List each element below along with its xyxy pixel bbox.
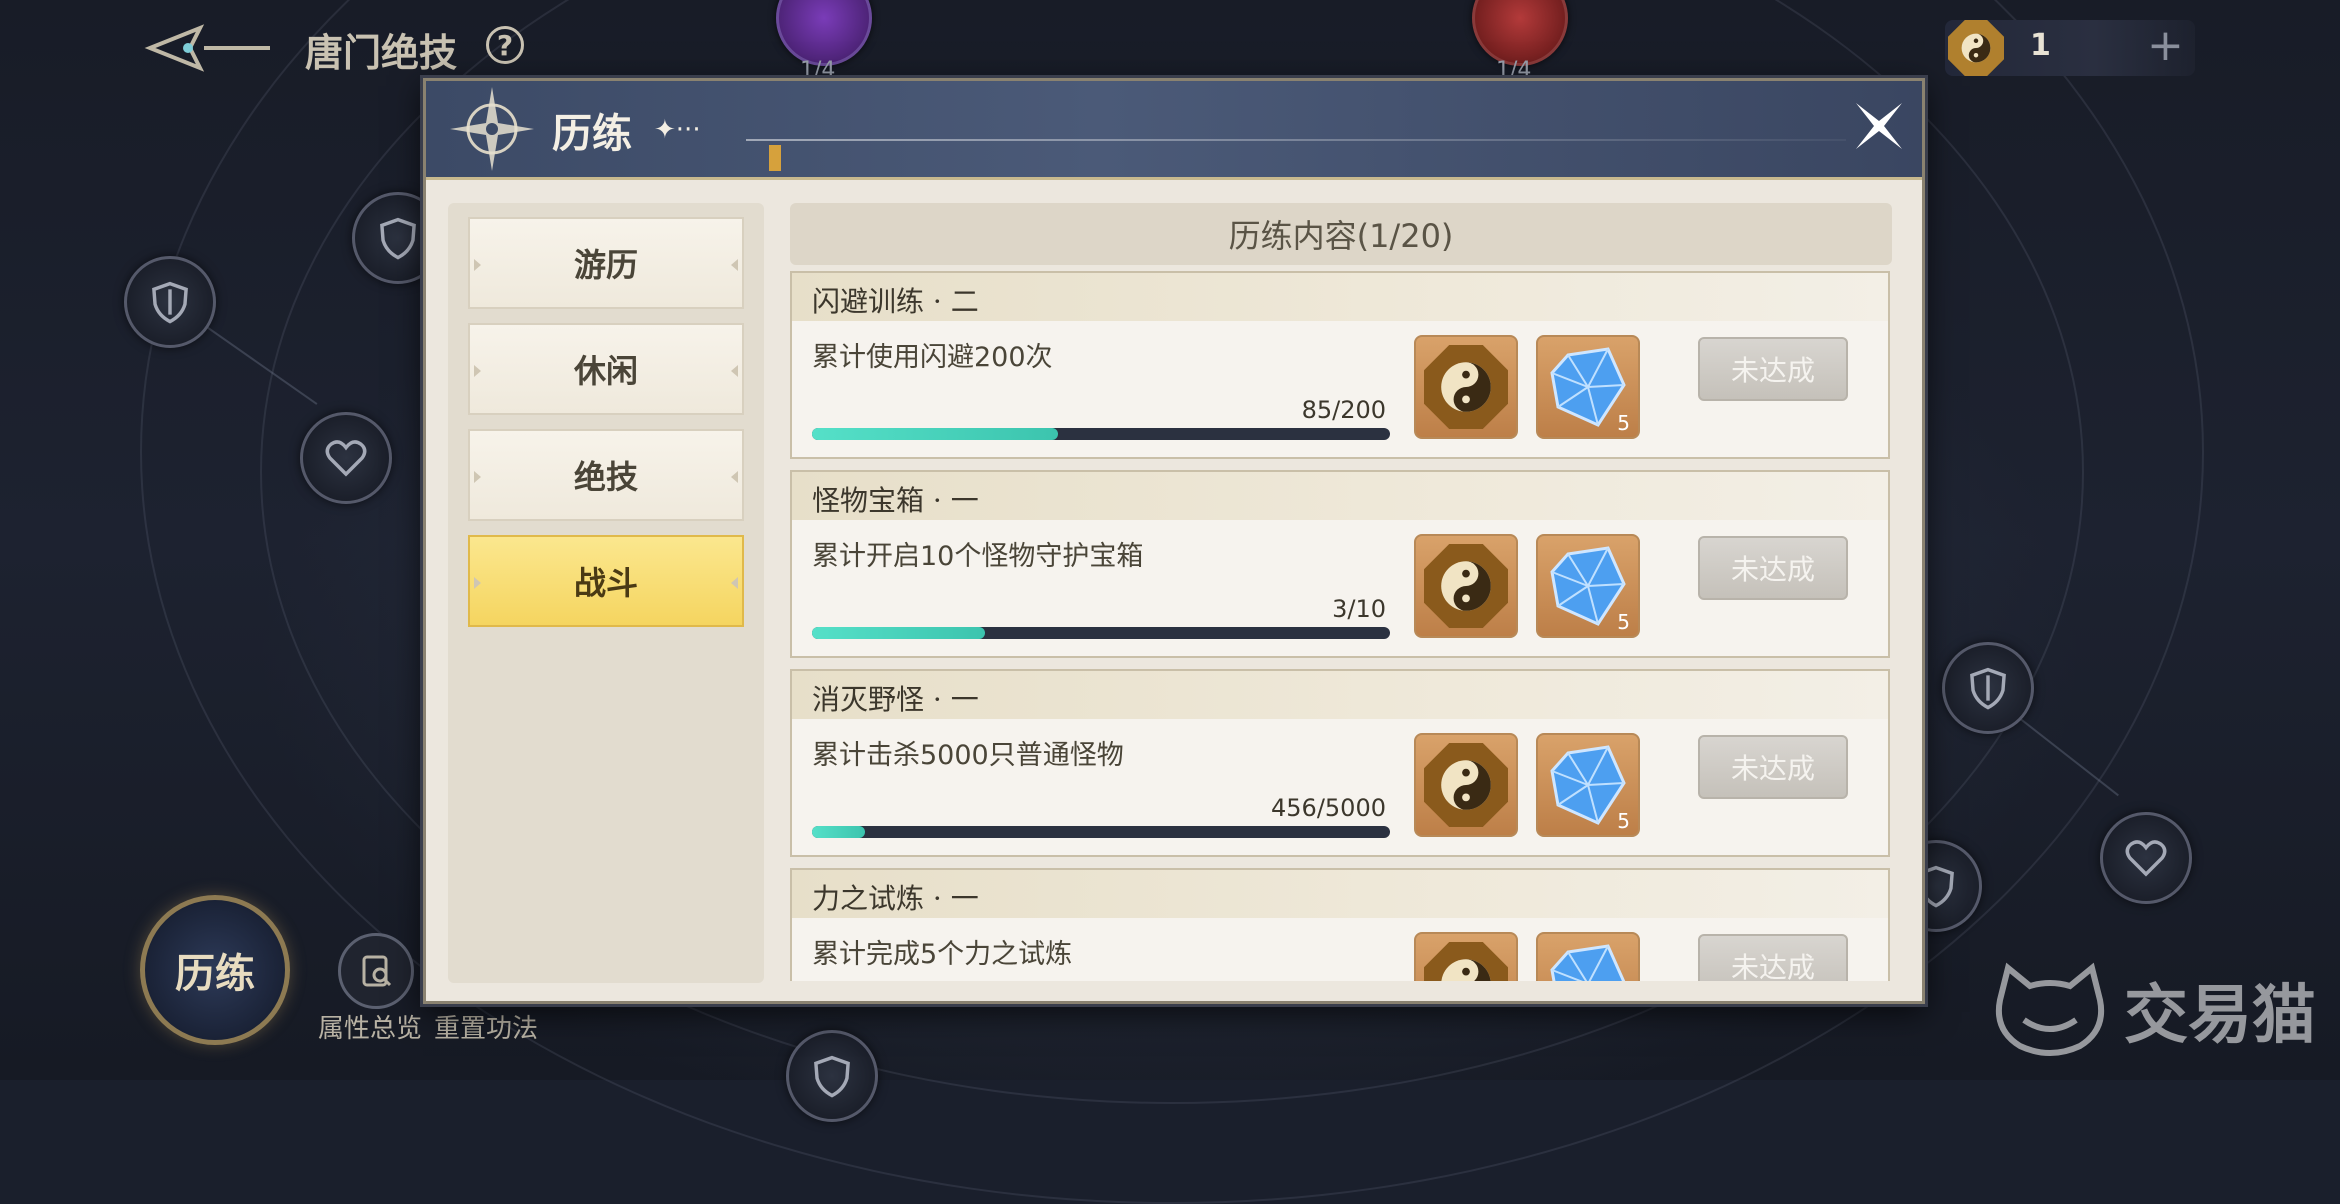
add-currency-icon[interactable]: + bbox=[2147, 24, 2184, 68]
header-divider bbox=[746, 139, 1846, 141]
task-status-button[interactable]: 未达成 bbox=[1698, 934, 1848, 981]
taiji-coin-icon bbox=[1424, 544, 1508, 628]
task-status-button[interactable]: 未达成 bbox=[1698, 536, 1848, 600]
task-progress-bar bbox=[812, 428, 1390, 440]
reward-crystal[interactable]: 5 bbox=[1536, 932, 1640, 981]
task-progress-text: 456/5000 bbox=[1271, 794, 1386, 822]
category-sidebar: 游历 休闲 绝技 战斗 bbox=[448, 203, 764, 983]
reward-taiji-coin[interactable] bbox=[1414, 733, 1518, 837]
attribute-overview-icon[interactable] bbox=[338, 933, 414, 1009]
task-status-button[interactable]: 未达成 bbox=[1698, 735, 1848, 799]
task-card: 消灭野怪 · 一 累计击杀5000只普通怪物 456/5000 5 未达成 bbox=[790, 669, 1890, 857]
reward-taiji-coin[interactable] bbox=[1414, 932, 1518, 981]
task-progress-bar bbox=[812, 627, 1390, 639]
shield-icon bbox=[814, 1055, 850, 1098]
reset-skill-label[interactable]: 重置功法 bbox=[434, 1014, 538, 1044]
watermark: 交易猫 bbox=[1990, 960, 2316, 1060]
reward-crystal[interactable]: 5 bbox=[1536, 335, 1640, 439]
skill-node[interactable] bbox=[124, 256, 216, 348]
reward-count: 5 bbox=[1617, 610, 1630, 634]
content-header: 历练内容(1/20) bbox=[790, 203, 1892, 265]
task-title: 力之试炼 · 一 bbox=[812, 882, 979, 915]
task-card: 闪避训练 · 二 累计使用闪避200次 85/200 5 未达成 bbox=[790, 271, 1890, 459]
task-progress-text: 85/200 bbox=[1301, 396, 1386, 424]
tab-zhandou[interactable]: 战斗 bbox=[468, 535, 744, 627]
task-title: 消灭野怪 · 一 bbox=[812, 683, 979, 716]
skill-node[interactable] bbox=[300, 412, 392, 504]
watermark-text: 交易猫 bbox=[2124, 979, 2316, 1053]
task-status-button[interactable]: 未达成 bbox=[1698, 337, 1848, 401]
close-icon[interactable] bbox=[1846, 93, 1912, 159]
title-decoration: ✦··· bbox=[654, 115, 701, 145]
reward-count: 5 bbox=[1617, 809, 1630, 833]
task-description: 累计完成5个力之试炼 bbox=[812, 939, 1073, 970]
task-progress-bar bbox=[812, 826, 1390, 838]
skill-node[interactable] bbox=[786, 1030, 878, 1122]
tab-youli[interactable]: 游历 bbox=[468, 217, 744, 309]
task-progress-text: 3/10 bbox=[1332, 595, 1386, 623]
taiji-coin-icon bbox=[1424, 743, 1508, 827]
tab-jueji[interactable]: 绝技 bbox=[468, 429, 744, 521]
reward-crystal[interactable]: 5 bbox=[1536, 534, 1640, 638]
back-arrow-icon[interactable] bbox=[140, 18, 280, 78]
tab-xiuxian[interactable]: 休闲 bbox=[468, 323, 744, 415]
help-icon[interactable]: ? bbox=[486, 26, 524, 64]
shield-icon bbox=[152, 281, 188, 324]
shield-icon bbox=[380, 217, 416, 260]
shield-icon bbox=[1970, 667, 2006, 710]
task-description: 累计开启10个怪物守护宝箱 bbox=[812, 541, 1144, 572]
task-progress-fill bbox=[812, 627, 986, 639]
task-title: 怪物宝箱 · 一 bbox=[812, 484, 979, 517]
bottom-labels: 属性总览 重置功法 bbox=[318, 1008, 550, 1045]
taiji-coin-icon bbox=[1424, 942, 1508, 981]
skill-node[interactable] bbox=[1942, 642, 2034, 734]
compass-emblem-icon bbox=[450, 87, 534, 171]
modal-title: 历练 bbox=[552, 110, 632, 157]
taiji-coin-icon bbox=[1948, 20, 2004, 76]
heart-icon bbox=[2125, 840, 2167, 877]
cat-logo-icon bbox=[1996, 962, 2104, 1056]
task-list[interactable]: 闪避训练 · 二 累计使用闪避200次 85/200 5 未达成 怪物宝箱 · … bbox=[790, 271, 1894, 981]
reward-taiji-coin[interactable] bbox=[1414, 534, 1518, 638]
reward-count: 5 bbox=[1617, 411, 1630, 435]
reward-taiji-coin[interactable] bbox=[1414, 335, 1518, 439]
task-progress-fill bbox=[812, 826, 865, 838]
lilian-modal: 历练 ✦··· 游历 休闲 绝技 战斗 历练内容(1/20) 闪避训练 · 二 … bbox=[423, 78, 1925, 1004]
currency-count: 1 bbox=[2030, 28, 2051, 63]
skill-node[interactable] bbox=[2100, 812, 2192, 904]
reward-crystal[interactable]: 5 bbox=[1536, 733, 1640, 837]
attribute-overview-label[interactable]: 属性总览 bbox=[318, 1014, 422, 1044]
task-card: 力之试炼 · 一 累计完成5个力之试炼 5 未达成 bbox=[790, 868, 1890, 981]
taiji-coin-icon bbox=[1424, 345, 1508, 429]
heart-icon bbox=[325, 440, 367, 477]
blue-crystal-icon bbox=[1550, 944, 1626, 981]
task-progress-fill bbox=[812, 428, 1058, 440]
lilian-emblem-label: 历练 bbox=[175, 950, 255, 997]
task-card: 怪物宝箱 · 一 累计开启10个怪物守护宝箱 3/10 5 未达成 bbox=[790, 470, 1890, 658]
task-title: 闪避训练 · 二 bbox=[812, 285, 979, 318]
task-description: 累计击杀5000只普通怪物 bbox=[812, 740, 1124, 771]
header-tag bbox=[769, 145, 781, 171]
modal-header: 历练 ✦··· bbox=[426, 81, 1922, 180]
task-description: 累计使用闪避200次 bbox=[812, 342, 1053, 373]
page-title: 唐门绝技 bbox=[305, 30, 458, 75]
lilian-emblem-button[interactable]: 历练 bbox=[140, 895, 290, 1045]
